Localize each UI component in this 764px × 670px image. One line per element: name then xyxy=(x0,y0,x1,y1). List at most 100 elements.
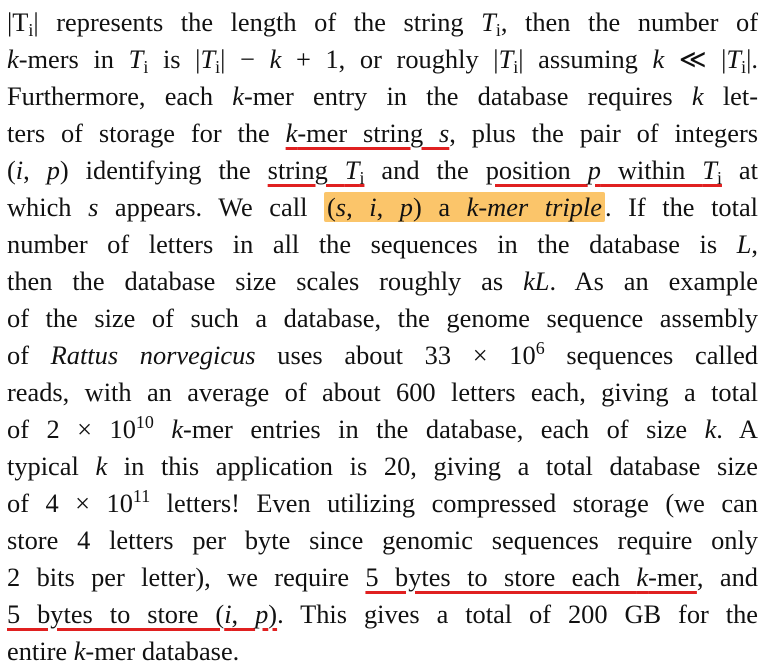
text-run: | − xyxy=(220,44,270,74)
paragraph: |T i | represents the length of the string… xyxy=(7,4,758,670)
highlight-annotation: (s, i, p) a k-mer triple xyxy=(323,192,605,222)
text-run: of 2 × 10 xyxy=(7,414,136,444)
text-line: which s appears. We call (s, i, p) a k-m… xyxy=(7,189,758,226)
superscript: 6 xyxy=(535,338,545,359)
underline-annotation: position p within Ti xyxy=(485,155,722,187)
italic-text: i xyxy=(369,192,377,222)
text-run: position xyxy=(485,155,588,185)
text-run: , and xyxy=(696,562,758,592)
text-run: ≪ | xyxy=(664,44,727,74)
italic-text: k xyxy=(171,414,184,444)
italic-text: T xyxy=(344,155,360,185)
italic-text: kL xyxy=(523,266,550,296)
text-run: at xyxy=(721,155,758,185)
text-run xyxy=(154,414,171,444)
italic-text: k xyxy=(95,451,108,481)
text-run: ( xyxy=(326,192,336,222)
text-run: , plus the pair of integers xyxy=(449,118,758,148)
text-line: of Rattus norvegicus uses about 33 × 106… xyxy=(7,337,758,374)
text-run: . A xyxy=(716,414,758,444)
text-line: of 2 × 1010 k-mer entries in the databas… xyxy=(7,411,758,448)
text-line: |Ti| represents the length of the string… xyxy=(7,4,758,41)
text-line: (i, p) identifying the string Ti and the… xyxy=(7,152,758,189)
text-line: 2 bits per letter), we require 5 bytes t… xyxy=(7,559,758,596)
text-run: |. xyxy=(746,44,758,74)
text-run: 5 bytes to store each xyxy=(365,562,637,592)
text-run: ) xyxy=(268,599,278,629)
text-run: number of letters in all the sequences i… xyxy=(7,229,737,259)
text-run: ters of storage for the xyxy=(7,118,286,148)
text-line: typical k in this application is 20, giv… xyxy=(7,448,758,485)
text-line: ters of storage for the k-mer string s, … xyxy=(7,115,758,152)
text-run: within xyxy=(600,155,703,185)
text-run: , xyxy=(751,229,758,259)
text-run: -mer string xyxy=(297,118,440,148)
text-run: 5 bytes to store ( xyxy=(7,599,225,629)
text-run: of xyxy=(7,340,51,370)
text-line: reads, with an average of about 600 lett… xyxy=(7,374,758,411)
italic-text: T xyxy=(498,44,514,74)
text-line: store 4 letters per byte since genomic s… xyxy=(7,522,758,559)
italic-text: k xyxy=(73,636,86,666)
italic-text: T xyxy=(726,44,742,74)
text-run: -mer entry in the database requires xyxy=(243,81,692,111)
text-run: , then the number of xyxy=(500,7,758,37)
text-run: let- xyxy=(703,81,758,111)
text-run: -mer xyxy=(648,562,697,592)
italic-text: k xyxy=(652,44,665,74)
text-line: Furthermore, each k-mer entry in the dat… xyxy=(7,78,758,115)
underline-annotation: k-mer string s xyxy=(286,118,450,148)
text-run: , xyxy=(231,599,256,629)
italic-text: s xyxy=(88,192,99,222)
text-line: 5 bytes to store (i, p). This gives a to… xyxy=(7,596,758,633)
italic-text: s xyxy=(439,118,450,148)
text-run: , xyxy=(23,155,47,185)
text-line: k-mers in Ti is |Ti| − k + 1, or roughly… xyxy=(7,41,758,78)
text-run: . As an example xyxy=(549,266,758,296)
text-line: of the size of such a database, the geno… xyxy=(7,300,758,337)
text-run: , xyxy=(376,192,400,222)
text-run: ( xyxy=(7,155,16,185)
underline-annotation: 5 bytes to store each k-mer xyxy=(365,562,696,592)
text-run: -mers in xyxy=(18,44,129,74)
text-line: then the database size scales roughly as… xyxy=(7,263,758,300)
text-run: string xyxy=(267,155,345,185)
italic-text: T xyxy=(128,44,144,74)
italic-text: T xyxy=(481,7,496,37)
text-line: number of letters in all the sequences i… xyxy=(7,226,758,263)
underline-annotation: string Ti xyxy=(267,155,365,187)
text-run: appears. We call xyxy=(98,192,324,222)
text-run: in this application is 20, giving a tota… xyxy=(107,451,758,481)
superscript: 11 xyxy=(132,486,151,507)
text-run: of the size of such a database, the geno… xyxy=(7,303,758,333)
italic-text: T xyxy=(200,44,216,74)
italic-text: p xyxy=(587,155,601,185)
text-line: of 4 × 1011 letters! Even utilizing comp… xyxy=(7,485,758,522)
text-run: | represents the length of the string xyxy=(33,7,482,37)
italic-text: L xyxy=(736,229,752,259)
text-run: uses about 33 × 10 xyxy=(255,340,536,370)
text-run: |T xyxy=(7,7,29,37)
text-run: . This gives a total of 200 GB for the xyxy=(277,599,758,629)
italic-text: i xyxy=(224,599,232,629)
text-run: then the database size scales roughly as xyxy=(7,266,524,296)
document-page: |T i | represents the length of the string… xyxy=(0,0,764,668)
text-run: + 1, or roughly | xyxy=(281,44,499,74)
italic-text: k xyxy=(232,81,244,111)
italic-text: k-mer triple xyxy=(466,192,602,222)
text-run: store 4 letters per byte since genomic s… xyxy=(7,525,758,555)
text-run: and the xyxy=(364,155,486,185)
italic-text: p xyxy=(255,599,269,629)
text-line: entire k-mer database. xyxy=(7,633,758,670)
text-run: sequences called xyxy=(544,340,758,370)
italic-text: p xyxy=(46,155,60,185)
text-run: . If the total xyxy=(604,192,758,222)
text-run: which xyxy=(7,192,89,222)
text-run: | assuming xyxy=(518,44,653,74)
text-run: Furthermore, each xyxy=(7,81,233,111)
text-run: ) identifying the xyxy=(59,155,268,185)
italic-text: k xyxy=(691,81,704,111)
text-run: -mer database. xyxy=(85,636,240,666)
italic-text: k xyxy=(704,414,717,444)
text-run: of 4 × 10 xyxy=(7,488,133,518)
